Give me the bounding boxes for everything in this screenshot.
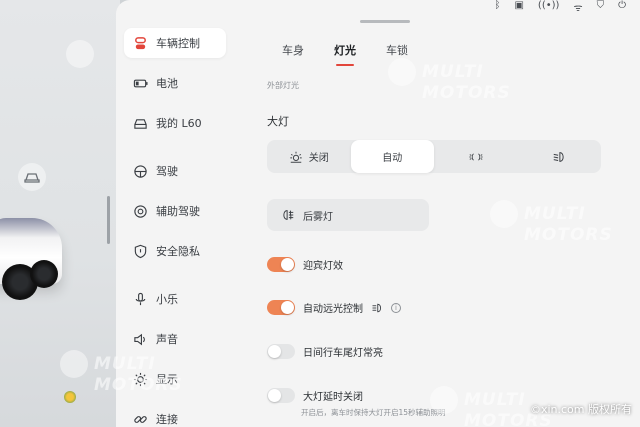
sidebar-item-security-privacy[interactable]: 安全隐私 [124,236,226,266]
tab-lights[interactable]: 灯光 [334,42,356,66]
sidebar-item-label: 辅助驾驶 [156,205,200,218]
sidebar-item-my-l60[interactable]: 我的 L60 [124,108,226,138]
daytime-tail-light-row: 日间行车尾灯常亮 [267,344,383,359]
sidebar-item-voice-assistant[interactable]: 小乐 [124,284,226,314]
panel-drag-handle[interactable] [360,20,410,23]
headlight-delay-hint: 开启后，离车时保持大灯开启15秒辅助照明 [301,408,446,417]
sidebar-item-label: 声音 [156,333,178,346]
section-label: 外部灯光 [267,81,299,90]
headlight-mode-off-label: 关闭 [308,153,329,164]
wifi-icon: ᯤ [573,3,583,14]
sidebar-item-label: 我的 L60 [156,117,202,130]
vehicle-preview [0,0,120,427]
settings-sidebar: 车辆控制 电池 我的 L60 驾驶 辅助驾驶 安全隐私 小乐 声音 显示 连接 [116,28,230,427]
sidebar-item-label: 显示 [156,373,178,386]
sidebar-item-label: 车辆控制 [156,37,200,50]
welcome-light-label: 迎宾灯效 [303,261,343,272]
brightness-icon [132,371,148,387]
sidebar-item-label: 驾驶 [156,165,178,178]
daytime-tail-light-label: 日间行车尾灯常亮 [303,348,383,359]
high-beam-icon [371,302,383,314]
sidebar-item-display[interactable]: 显示 [124,364,226,394]
sun-outline-icon [289,150,303,164]
auto-high-beam-toggle[interactable] [267,300,295,315]
data-icon: ▣ [514,0,524,11]
daytime-tail-light-toggle[interactable] [267,344,295,359]
headlight-delay-toggle[interactable] [267,388,295,403]
car-front-icon [132,115,148,131]
sidebar-item-driving[interactable]: 驾驶 [124,156,226,186]
shield-icon [132,243,148,259]
tab-body[interactable]: 车身 [282,42,304,66]
headlight-delay-label: 大灯延时关闭 [303,392,363,403]
status-bar: ᛒ ▣ ((•)) ᯤ ⛉ ⏻ [494,0,626,14]
link-icon [132,411,148,427]
sidebar-item-label: 小乐 [156,293,178,306]
microphone-icon [132,291,148,307]
welcome-light-row: 迎宾灯效 [267,257,343,272]
shield-status-icon: ⛉ [596,0,605,11]
trunk-icon[interactable] [18,163,46,191]
sidebar-item-connection[interactable]: 连接 [124,404,226,427]
sidebar-item-battery[interactable]: 电池 [124,68,226,98]
headlight-mode-auto-label: 自动 [382,153,403,164]
settings-panel: 车辆控制 电池 我的 L60 驾驶 辅助驾驶 安全隐私 小乐 声音 显示 连接 … [116,0,640,427]
car-control-icon [132,35,148,51]
sidebar-item-label: 连接 [156,413,178,426]
headlight-delay-row: 大灯延时关闭 [267,388,363,403]
car-wheel [30,260,58,288]
auto-high-beam-row: 自动远光控制 i [267,300,401,315]
speaker-icon [132,331,148,347]
status-indicator-icon [64,391,76,403]
headlight-mode-low-beam[interactable] [518,140,602,173]
sidebar-item-label: 安全隐私 [156,245,200,258]
sidebar-item-vehicle-control[interactable]: 车辆控制 [124,28,226,58]
sidebar-item-label: 电池 [156,77,178,90]
tab-locks[interactable]: 车锁 [386,42,408,66]
assisted-driving-icon [132,203,148,219]
rear-fog-icon [281,208,303,222]
preview-scrollbar[interactable] [107,196,110,244]
settings-tabs: 车身 灯光 车锁 [282,42,408,66]
low-beam-icon [552,150,566,164]
auto-high-beam-label: 自动远光控制 [303,304,363,315]
headlight-mode-off[interactable]: 关闭 [267,140,351,173]
bluetooth-icon: ᛒ [494,0,501,11]
headlight-title: 大灯 [267,115,289,128]
headlight-mode-position[interactable] [434,140,518,173]
sidebar-item-assisted-driving[interactable]: 辅助驾驶 [124,196,226,226]
power-icon: ⏻ [618,0,626,11]
steering-wheel-icon [132,163,148,179]
position-lights-icon [469,150,483,164]
battery-icon [132,75,148,91]
headlight-mode-selector: 关闭 自动 [267,140,601,173]
welcome-light-toggle[interactable] [267,257,295,272]
rear-fog-label: 后雾灯 [303,211,333,223]
sidebar-item-sound[interactable]: 声音 [124,324,226,354]
rear-fog-light-button[interactable]: 后雾灯 [267,199,429,231]
info-icon[interactable]: i [391,302,401,313]
copyright-credit: ©xin.com 版权所有 [529,403,632,416]
signal-icon: ((•)) [537,0,560,11]
headlight-mode-auto[interactable]: 自动 [350,140,434,173]
